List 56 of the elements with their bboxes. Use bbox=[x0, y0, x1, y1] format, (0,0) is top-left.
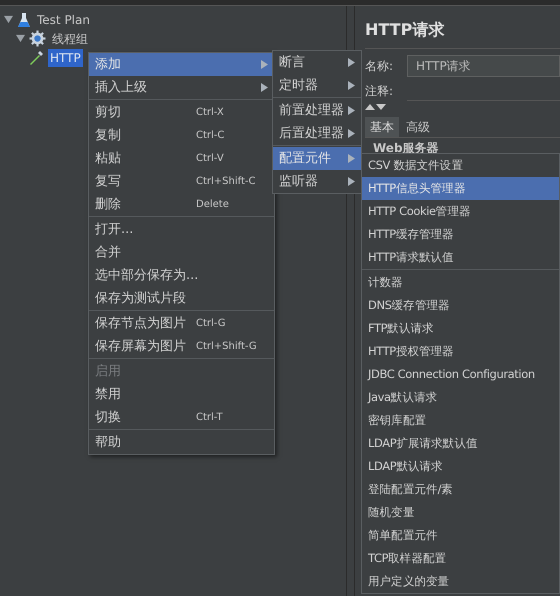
menu-item[interactable]: 计数器 bbox=[362, 271, 559, 294]
menu-item[interactable]: 插入上级 bbox=[89, 76, 274, 99]
menu-item[interactable]: HTTP缓存管理器 bbox=[362, 223, 559, 246]
section-heading: Web服务器 bbox=[372, 140, 440, 157]
tree-node-label[interactable]: HTTP bbox=[48, 48, 83, 66]
menu-item[interactable]: 帮助 bbox=[89, 431, 274, 454]
menu-item[interactable]: LDAP扩展请求默认值 bbox=[362, 432, 559, 455]
collapse-arrows-icon[interactable] bbox=[365, 103, 387, 111]
menu-item[interactable]: 合并 bbox=[89, 241, 274, 264]
gear-icon bbox=[29, 30, 46, 47]
menu-item[interactable]: 登陆配置元件/素 bbox=[362, 478, 559, 501]
menu-item[interactable]: 复制 Ctrl-C bbox=[89, 124, 274, 147]
menu-item[interactable]: 添加 bbox=[89, 53, 274, 76]
menu-item[interactable]: 打开... bbox=[89, 218, 274, 241]
menu-item[interactable]: 禁用 bbox=[89, 383, 274, 406]
menu-item[interactable]: 密钥库配置 bbox=[362, 409, 559, 432]
tab[interactable]: 基本 bbox=[365, 117, 399, 137]
field-label: 注释: bbox=[365, 83, 394, 100]
menu-item[interactable]: 断言 bbox=[273, 51, 361, 74]
menu-item[interactable]: 粘贴 Ctrl-V bbox=[89, 147, 274, 170]
menu-item[interactable]: HTTP请求默认值 bbox=[362, 246, 559, 269]
menu-item[interactable]: 保存屏幕为图片 Ctrl+Shift-G bbox=[89, 335, 274, 358]
menu-item[interactable]: 切换 Ctrl-T bbox=[89, 406, 274, 429]
menu-item[interactable]: 用户定义的变量 bbox=[362, 570, 559, 593]
pipette-icon bbox=[28, 50, 44, 66]
menu-item[interactable]: HTTP Cookie管理器 bbox=[362, 200, 559, 223]
menu-item[interactable]: CSV 数据文件设置 bbox=[362, 154, 559, 177]
menu-item[interactable]: 定时器 bbox=[273, 74, 361, 97]
menu-item[interactable]: 复写 Ctrl+Shift-C bbox=[89, 170, 274, 193]
field-label: 名称: bbox=[365, 58, 394, 75]
menu-item[interactable]: 剪切 Ctrl-X bbox=[89, 101, 274, 124]
menu-item[interactable]: 简单配置元件 bbox=[362, 524, 559, 547]
menu-item[interactable]: JDBC Connection Configuration bbox=[362, 363, 559, 386]
menu-item[interactable]: HTTP信息头管理器 bbox=[362, 177, 559, 200]
menu-item[interactable]: 配置元件 bbox=[273, 147, 361, 170]
panel-title: HTTP请求 bbox=[365, 19, 446, 41]
menu-item[interactable]: 前置处理器 bbox=[273, 99, 361, 122]
name-field[interactable]: HTTP请求 bbox=[407, 55, 560, 77]
tree-node-label[interactable]: 线程组 bbox=[50, 30, 90, 48]
flask-icon bbox=[17, 12, 31, 28]
expanded-arrow-icon[interactable] bbox=[4, 15, 13, 24]
menu-item[interactable]: 选中部分保存为... bbox=[89, 264, 274, 287]
menu-item[interactable]: LDAP默认请求 bbox=[362, 455, 559, 478]
menu-item[interactable]: HTTP授权管理器 bbox=[362, 340, 559, 363]
menu-item[interactable]: TCP取样器配置 bbox=[362, 547, 559, 570]
menu-item[interactable]: FTP默认请求 bbox=[362, 317, 559, 340]
expanded-arrow-icon[interactable] bbox=[16, 34, 25, 43]
menu-item[interactable]: 删除 Delete bbox=[89, 193, 274, 216]
menu-item[interactable]: Java默认请求 bbox=[362, 386, 559, 409]
menu-item[interactable]: DNS缓存管理器 bbox=[362, 294, 559, 317]
tree-node-label[interactable]: Test Plan bbox=[35, 10, 92, 28]
menu-item[interactable]: 随机变量 bbox=[362, 501, 559, 524]
menu-item[interactable]: 保存节点为图片 Ctrl-G bbox=[89, 312, 274, 335]
menu-item[interactable]: 监听器 bbox=[273, 170, 361, 193]
menu-item[interactable]: 后置处理器 bbox=[273, 122, 361, 145]
menu-item[interactable]: 保存为测试片段 bbox=[89, 287, 274, 310]
